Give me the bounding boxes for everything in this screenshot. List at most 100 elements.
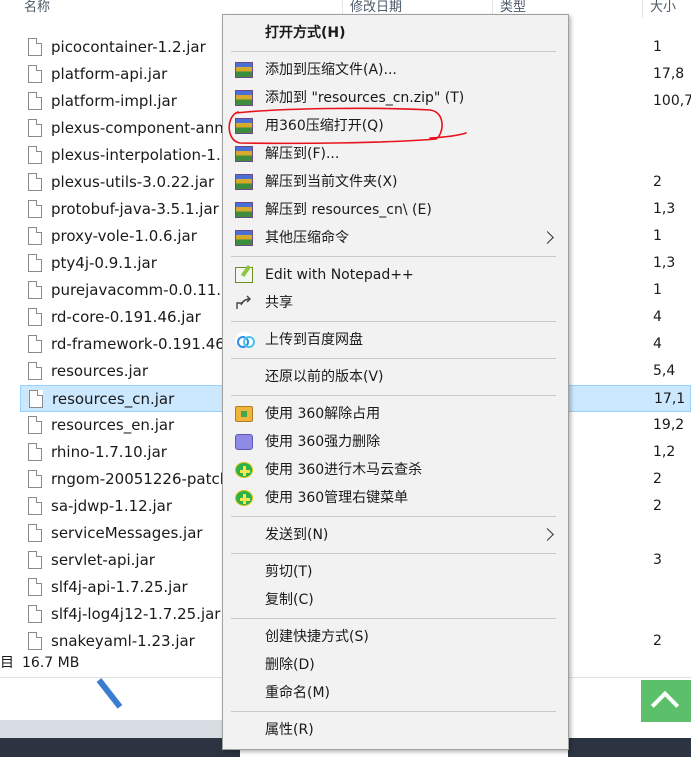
menu-item-15[interactable]: 还原以前的版本(V)	[223, 363, 568, 391]
menu-item-2[interactable]: 添加到压缩文件(A)...	[223, 56, 568, 84]
menu-item-19[interactable]: 使用 360进行木马云查杀	[223, 456, 568, 484]
file-icon	[28, 308, 42, 326]
file-name: serviceMessages.jar	[51, 524, 203, 542]
scroll-to-top-button[interactable]	[641, 680, 691, 722]
menu-item-label: 解压到 resources_cn\ (E)	[265, 202, 432, 218]
column-header-name[interactable]: 名称	[24, 0, 50, 18]
menu-item-label: 使用 360解除占用	[265, 406, 381, 422]
file-icon	[28, 578, 42, 596]
menu-item-8[interactable]: 其他压缩命令	[223, 224, 568, 252]
menu-item-20[interactable]: 使用 360管理右键菜单	[223, 484, 568, 512]
360-unlock-icon	[235, 406, 253, 422]
context-menu: 打开方式(H) 添加到压缩文件(A)... 添加到 "resources_cn.zi…	[222, 14, 569, 750]
file-icon	[28, 551, 42, 569]
column-divider[interactable]	[642, 0, 643, 18]
menu-item-18[interactable]: 使用 360强力删除	[223, 428, 568, 456]
360-menu-manager-icon	[235, 490, 253, 506]
menu-item-0[interactable]: 打开方式(H)	[223, 19, 568, 47]
menu-item-10[interactable]: Edit with Notepad++	[223, 261, 568, 289]
menu-item-label: 使用 360管理右键菜单	[265, 490, 409, 506]
menu-separator	[231, 711, 556, 712]
menu-item-label: 重命名(M)	[265, 685, 331, 701]
menu-item-label: 解压到(F)...	[265, 146, 340, 162]
file-size: 2	[653, 471, 662, 487]
status-selected-size: 16.7 MB	[22, 655, 80, 671]
menu-item-label: 删除(D)	[265, 657, 315, 673]
file-size: 3	[653, 552, 662, 568]
menu-item-label: 创建快捷方式(S)	[265, 629, 369, 645]
menu-item-28[interactable]: 删除(D)	[223, 651, 568, 679]
menu-item-22[interactable]: 发送到(N)	[223, 521, 568, 549]
menu-item-label: 添加到 "resources_cn.zip" (T)	[265, 90, 465, 106]
file-name: plexus-interpolation-1.2	[51, 146, 231, 164]
menu-item-label: 属性(R)	[265, 722, 314, 738]
file-icon	[28, 497, 42, 515]
file-name: rngom-20051226-patch	[51, 470, 230, 488]
column-header-size[interactable]: 大小	[650, 0, 676, 18]
file-size: 1	[653, 39, 662, 55]
menu-item-label: 使用 360强力删除	[265, 434, 381, 450]
winrar-icon	[235, 174, 253, 190]
file-icon	[28, 335, 42, 353]
menu-item-label: 发送到(N)	[265, 527, 329, 543]
menu-item-label: 用360压缩打开(Q)	[265, 118, 384, 134]
file-icon	[28, 443, 42, 461]
file-size: 1	[653, 228, 662, 244]
winrar-icon	[235, 90, 253, 106]
menu-item-label: 添加到压缩文件(A)...	[265, 62, 397, 78]
file-name: proxy-vole-1.0.6.jar	[51, 227, 197, 245]
winrar-icon	[235, 202, 253, 218]
menu-item-27[interactable]: 创建快捷方式(S)	[223, 623, 568, 651]
file-size: 1	[653, 282, 662, 298]
file-icon	[28, 416, 42, 434]
taskbar-fragment	[568, 738, 691, 757]
file-name: purejavacomm-0.0.11.1	[51, 281, 231, 299]
menu-separator	[231, 256, 556, 257]
menu-item-4[interactable]: 用360压缩打开(Q)	[223, 112, 568, 140]
menu-item-6[interactable]: 解压到当前文件夹(X)	[223, 168, 568, 196]
file-icon	[28, 524, 42, 542]
file-name: pty4j-0.9.1.jar	[51, 254, 157, 272]
chevron-right-icon	[541, 231, 554, 244]
menu-item-7[interactable]: 解压到 resources_cn\ (E)	[223, 196, 568, 224]
menu-separator	[231, 618, 556, 619]
menu-item-label: 还原以前的版本(V)	[265, 369, 384, 385]
file-icon	[28, 119, 42, 137]
menu-item-label: 使用 360进行木马云查杀	[265, 462, 423, 478]
file-icon	[28, 281, 42, 299]
menu-item-label: 其他压缩命令	[265, 230, 349, 246]
file-size: 17,8	[653, 66, 685, 82]
file-name: platform-impl.jar	[51, 92, 177, 110]
file-size: 1,2	[653, 444, 676, 460]
file-icon	[28, 227, 42, 245]
menu-item-11[interactable]: 共享	[223, 289, 568, 317]
menu-item-label: Edit with Notepad++	[265, 267, 414, 283]
file-size: 4	[653, 309, 662, 325]
file-name: plexus-component-ann	[51, 119, 224, 137]
menu-item-25[interactable]: 复制(C)	[223, 586, 568, 614]
file-size: 100,7	[653, 93, 691, 109]
menu-item-3[interactable]: 添加到 "resources_cn.zip" (T)	[223, 84, 568, 112]
winrar-icon	[235, 146, 253, 162]
menu-item-31[interactable]: 属性(R)	[223, 716, 568, 744]
file-name: rd-core-0.191.46.jar	[51, 308, 201, 326]
menu-item-label: 剪切(T)	[265, 564, 313, 580]
menu-item-5[interactable]: 解压到(F)...	[223, 140, 568, 168]
file-size: 2	[653, 498, 662, 514]
menu-item-24[interactable]: 剪切(T)	[223, 558, 568, 586]
menu-item-13[interactable]: 上传到百度网盘	[223, 326, 568, 354]
file-size: 2	[653, 633, 662, 649]
menu-separator	[231, 516, 556, 517]
background-strip	[0, 720, 228, 738]
file-name: rhino-1.7.10.jar	[51, 443, 167, 461]
menu-separator	[231, 553, 556, 554]
chevron-up-icon	[650, 690, 680, 720]
file-name: platform-api.jar	[51, 65, 168, 83]
menu-separator	[231, 321, 556, 322]
menu-item-17[interactable]: 使用 360解除占用	[223, 400, 568, 428]
file-icon	[29, 390, 43, 408]
file-icon	[28, 254, 42, 272]
file-size: 1,3	[653, 201, 676, 217]
file-name: resources_en.jar	[51, 416, 175, 434]
menu-item-29[interactable]: 重命名(M)	[223, 679, 568, 707]
